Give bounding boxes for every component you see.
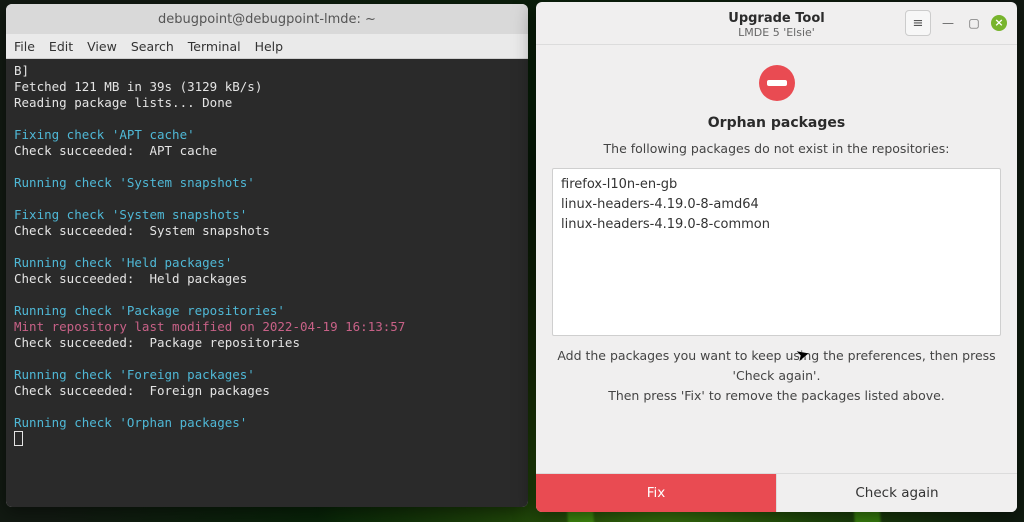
- orphan-hint: Add the packages you want to keep using …: [552, 346, 1001, 406]
- menu-search[interactable]: Search: [131, 39, 174, 54]
- stop-icon: [759, 65, 795, 101]
- term-line: Running check 'Orphan packages': [14, 415, 247, 430]
- term-line: Check succeeded: System snapshots: [14, 223, 270, 238]
- term-line: Check succeeded: Held packages: [14, 271, 247, 286]
- hint-line-2: Then press 'Fix' to remove the packages …: [552, 386, 1001, 406]
- term-line: Check succeeded: APT cache: [14, 143, 217, 158]
- upgrade-button-row: Fix Check again: [536, 473, 1017, 512]
- term-line: B]: [14, 63, 29, 78]
- terminal-cursor: [14, 431, 23, 446]
- term-line: Running check 'Foreign packages': [14, 367, 255, 382]
- terminal-titlebar[interactable]: debugpoint@debugpoint-lmde: ~: [6, 4, 528, 34]
- upgrade-body: Orphan packages The following packages d…: [536, 45, 1017, 473]
- menu-terminal[interactable]: Terminal: [188, 39, 241, 54]
- menu-view[interactable]: View: [87, 39, 117, 54]
- term-line: Check succeeded: Foreign packages: [14, 383, 270, 398]
- orphan-package-list[interactable]: firefox-l10n-en-gb linux-headers-4.19.0-…: [552, 168, 1001, 336]
- check-again-button[interactable]: Check again: [776, 474, 1017, 512]
- term-line: Running check 'System snapshots': [14, 175, 255, 190]
- menu-help[interactable]: Help: [255, 39, 284, 54]
- list-item[interactable]: linux-headers-4.19.0-8-amd64: [561, 195, 992, 215]
- list-item[interactable]: firefox-l10n-en-gb: [561, 175, 992, 195]
- hint-line-1: Add the packages you want to keep using …: [552, 346, 1001, 386]
- list-item[interactable]: linux-headers-4.19.0-8-common: [561, 215, 992, 235]
- upgrade-tool-window: Upgrade Tool LMDE 5 'Elsie' ≡ — ▢ × Orph…: [536, 2, 1017, 512]
- terminal-menubar: File Edit View Search Terminal Help: [6, 34, 528, 59]
- orphan-subtext: The following packages do not exist in t…: [604, 141, 950, 156]
- upgrade-titlebar[interactable]: Upgrade Tool LMDE 5 'Elsie' ≡ — ▢ ×: [536, 2, 1017, 45]
- hamburger-menu-button[interactable]: ≡: [905, 10, 931, 36]
- minimize-button[interactable]: —: [939, 14, 957, 32]
- close-button[interactable]: ×: [991, 15, 1007, 31]
- term-line: Check succeeded: Package repositories: [14, 335, 300, 350]
- menu-file[interactable]: File: [14, 39, 35, 54]
- maximize-button[interactable]: ▢: [965, 14, 983, 32]
- terminal-title: debugpoint@debugpoint-lmde: ~: [158, 12, 376, 27]
- menu-edit[interactable]: Edit: [49, 39, 73, 54]
- term-line: Running check 'Held packages': [14, 255, 232, 270]
- term-line: Reading package lists... Done: [14, 95, 232, 110]
- term-line: Running check 'Package repositories': [14, 303, 285, 318]
- fix-button[interactable]: Fix: [536, 474, 776, 512]
- term-line: Fixing check 'System snapshots': [14, 207, 247, 222]
- term-line: Fetched 121 MB in 39s (3129 kB/s): [14, 79, 262, 94]
- terminal-body[interactable]: B] Fetched 121 MB in 39s (3129 kB/s) Rea…: [6, 59, 528, 507]
- term-line: Mint repository last modified on 2022-04…: [14, 319, 405, 334]
- terminal-window: debugpoint@debugpoint-lmde: ~ File Edit …: [6, 4, 528, 507]
- orphan-heading: Orphan packages: [708, 115, 845, 131]
- term-line: Fixing check 'APT cache': [14, 127, 195, 142]
